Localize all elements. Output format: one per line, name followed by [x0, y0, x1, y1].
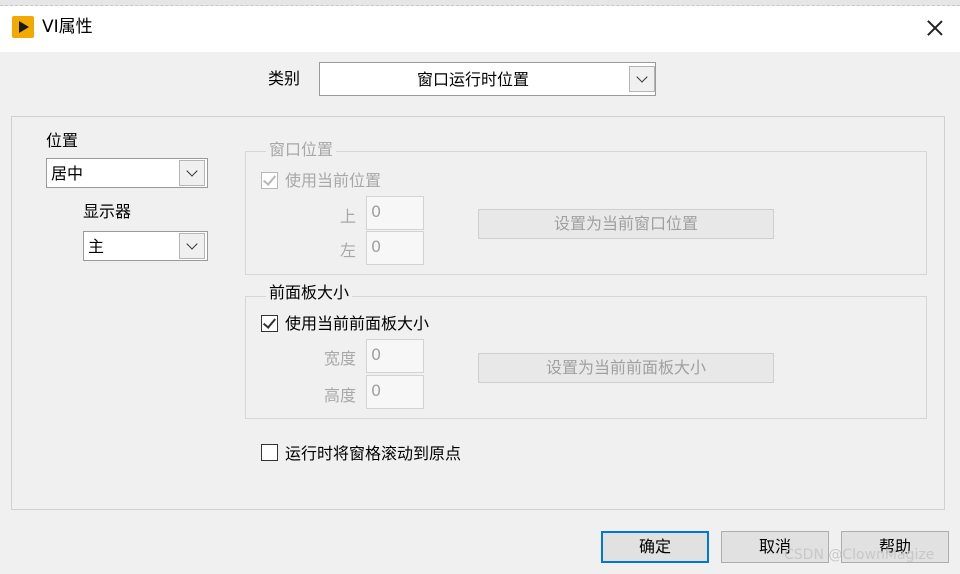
- use-current-position-checkbox[interactable]: [261, 172, 278, 189]
- position-select[interactable]: 居中: [46, 158, 208, 188]
- position-selected-value: 居中: [51, 164, 84, 183]
- use-current-position-label: 使用当前位置: [285, 171, 382, 190]
- watermark: CSDN @ClownMagize: [784, 547, 935, 563]
- ok-button[interactable]: 确定: [601, 531, 709, 563]
- scroll-to-origin-checkbox[interactable]: [261, 444, 278, 461]
- chevron-down-icon[interactable]: [179, 233, 205, 259]
- chevron-down-icon[interactable]: [179, 160, 205, 186]
- title-bar-top-strip: [0, 0, 960, 6]
- monitor-label: 显示器: [83, 202, 132, 221]
- monitor-select[interactable]: 主: [83, 231, 208, 261]
- use-current-panel-size-checkbox[interactable]: [261, 315, 278, 332]
- scroll-to-origin-label: 运行时将窗格滚动到原点: [285, 444, 462, 463]
- top-label: 上: [339, 207, 356, 226]
- width-label: 宽度: [323, 349, 356, 368]
- height-label: 高度: [323, 386, 356, 405]
- chevron-down-icon[interactable]: [629, 66, 655, 92]
- category-selected-value: 窗口运行时位置: [416, 70, 529, 89]
- left-input[interactable]: 0: [366, 231, 424, 265]
- set-current-panel-size-button[interactable]: 设置为当前前面板大小: [478, 353, 774, 383]
- monitor-selected-value: 主: [88, 237, 105, 256]
- category-label: 类别: [268, 69, 301, 88]
- title-bar: [0, 0, 960, 52]
- labview-vi-icon: [12, 16, 34, 38]
- category-select[interactable]: 窗口运行时位置: [319, 62, 656, 96]
- window-title: VI属性: [42, 17, 93, 37]
- use-current-panel-size-label: 使用当前前面板大小: [285, 314, 430, 333]
- width-input[interactable]: 0: [366, 339, 424, 373]
- window-position-title: 窗口位置: [266, 140, 337, 160]
- position-label: 位置: [46, 131, 79, 150]
- close-icon[interactable]: [918, 12, 952, 42]
- left-label: 左: [339, 241, 356, 260]
- panel-size-title: 前面板大小: [266, 283, 353, 303]
- top-input[interactable]: 0: [366, 196, 424, 230]
- height-input[interactable]: 0: [366, 375, 424, 409]
- set-current-window-position-button[interactable]: 设置为当前窗口位置: [478, 209, 774, 239]
